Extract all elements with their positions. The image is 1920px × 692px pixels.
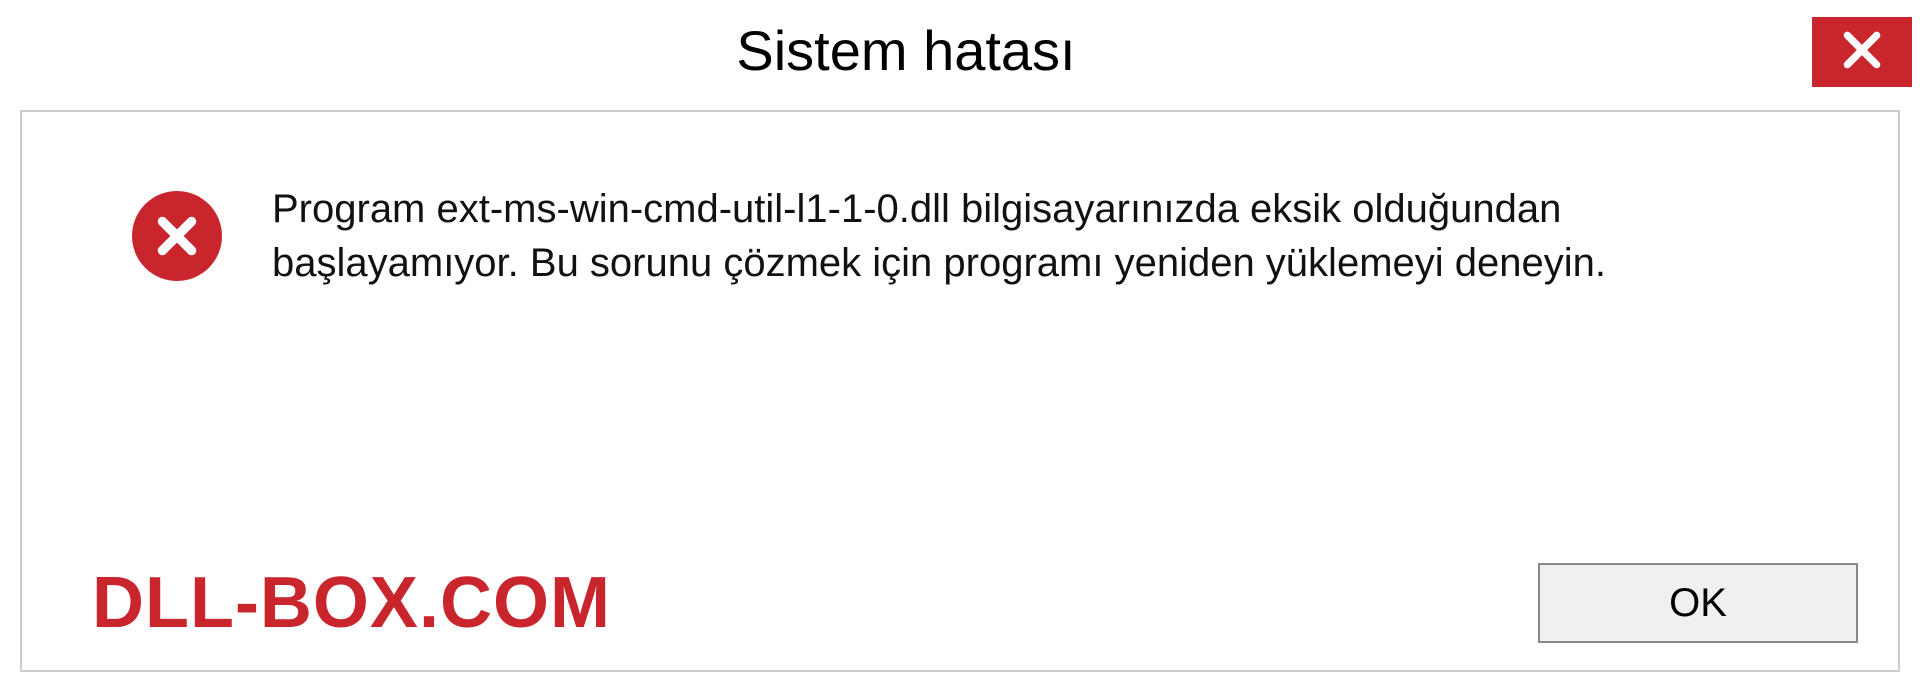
- dialog-container: Sistem hatası Program ext-ms-win-cmd-uti…: [0, 0, 1920, 692]
- ok-button[interactable]: OK: [1538, 563, 1858, 643]
- dialog-title: Sistem hatası: [0, 18, 1812, 83]
- title-bar: Sistem hatası: [0, 0, 1920, 100]
- message-row: Program ext-ms-win-cmd-util-l1-1-0.dll b…: [22, 112, 1898, 290]
- close-icon: [1840, 28, 1884, 77]
- footer-row: DLL-BOX.COM OK: [22, 562, 1898, 644]
- brand-watermark: DLL-BOX.COM: [92, 562, 611, 644]
- content-area: Program ext-ms-win-cmd-util-l1-1-0.dll b…: [20, 110, 1900, 672]
- close-button[interactable]: [1812, 17, 1912, 87]
- error-icon: [132, 191, 222, 281]
- error-message: Program ext-ms-win-cmd-util-l1-1-0.dll b…: [272, 182, 1772, 290]
